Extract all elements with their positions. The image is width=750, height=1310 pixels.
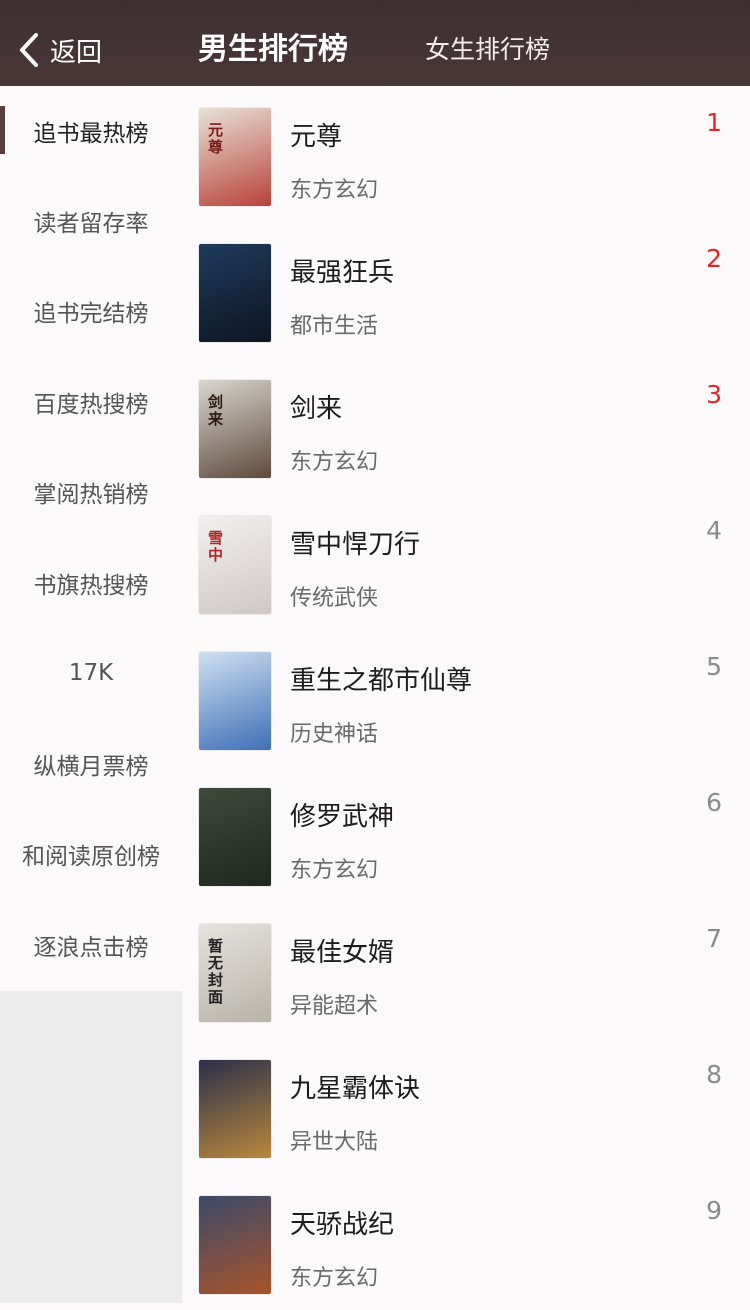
cover-lettering: 元尊 — [206, 122, 224, 156]
rank-number: 1 — [706, 108, 722, 137]
sidebar-list: 追书最热榜 读者留存率 追书完结榜 百度热搜榜 掌阅热销榜 书旗热搜榜 17K … — [0, 86, 182, 991]
book-genre: 传统武侠 — [290, 586, 379, 611]
book-title: 最强狂兵 — [290, 258, 395, 288]
book-row[interactable]: 天骄战纪东方玄幻 9 — [182, 1174, 750, 1310]
sidebar: 追书最热榜 读者留存率 追书完结榜 百度热搜榜 掌阅热销榜 书旗热搜榜 17K … — [0, 86, 182, 1303]
sidebar-item[interactable]: 追书最热榜 — [0, 86, 182, 176]
book-cover[interactable]: 元尊 — [199, 108, 271, 206]
book-title: 重生之都市仙尊 — [290, 666, 473, 696]
book-row[interactable]: 雪中 雪中悍刀行传统武侠 4 — [182, 494, 750, 630]
book-genre: 都市生活 — [290, 314, 379, 339]
book-title: 元尊 — [290, 122, 343, 152]
sidebar-item[interactable]: 追书完结榜 — [0, 266, 182, 356]
book-genre: 东方玄幻 — [290, 858, 379, 883]
book-cover[interactable] — [199, 652, 271, 750]
sidebar-item[interactable]: 书旗热搜榜 — [0, 538, 182, 628]
book-genre: 异能超术 — [290, 994, 379, 1019]
book-title: 九星霸体诀 — [290, 1074, 421, 1104]
book-title: 修罗武神 — [290, 802, 395, 832]
book-title: 天骄战纪 — [290, 1210, 395, 1240]
book-row[interactable]: 元尊 元尊东方玄幻 1 — [182, 86, 750, 222]
rank-number: 9 — [706, 1196, 722, 1225]
book-genre: 东方玄幻 — [290, 178, 379, 203]
book-title: 雪中悍刀行 — [290, 530, 421, 560]
cover-lettering: 雪中 — [206, 530, 224, 564]
rank-number: 6 — [706, 788, 722, 817]
rank-number: 5 — [706, 652, 722, 681]
book-row[interactable]: 剑来 剑来东方玄幻 3 — [182, 358, 750, 494]
top-bar: 返回 男生排行榜 女生排行榜 — [0, 0, 750, 86]
book-cover[interactable]: 剑来 — [199, 380, 271, 478]
book-genre: 东方玄幻 — [290, 1266, 379, 1291]
book-row[interactable]: 修罗武神东方玄幻 6 — [182, 766, 750, 902]
sidebar-item[interactable]: 掌阅热销榜 — [0, 447, 182, 537]
rank-number: 4 — [706, 516, 722, 545]
tab-male-ranking[interactable]: 男生排行榜 — [198, 24, 348, 68]
book-cover[interactable]: 暂无封面 — [199, 924, 271, 1022]
chevron-left-icon — [20, 33, 38, 67]
book-cover[interactable] — [199, 1196, 271, 1294]
book-genre: 异世大陆 — [290, 1130, 379, 1155]
sidebar-item[interactable]: 17K — [0, 628, 182, 718]
sidebar-item[interactable]: 逐浪点击榜 — [0, 900, 182, 990]
book-cover[interactable] — [199, 788, 271, 886]
back-label: 返回 — [50, 37, 103, 68]
book-row[interactable]: 最强狂兵都市生活 2 — [182, 222, 750, 358]
rank-number: 7 — [706, 924, 722, 953]
back-button[interactable]: 返回 — [16, 26, 102, 74]
sidebar-item[interactable]: 读者留存率 — [0, 176, 182, 266]
cover-lettering: 剑来 — [206, 394, 224, 428]
book-title: 剑来 — [290, 394, 343, 424]
cover-lettering: 暂无封面 — [206, 938, 224, 1006]
rank-number: 3 — [706, 380, 722, 409]
book-row[interactable]: 九星霸体诀异世大陆 8 — [182, 1038, 750, 1174]
sidebar-item[interactable]: 纵横月票榜 — [0, 719, 182, 809]
rank-number: 8 — [706, 1060, 722, 1089]
rank-number: 2 — [706, 244, 722, 273]
sidebar-item[interactable]: 和阅读原创榜 — [0, 809, 182, 899]
book-row[interactable]: 重生之都市仙尊历史神话 5 — [182, 630, 750, 766]
book-title: 最佳女婿 — [290, 938, 395, 968]
book-cover[interactable] — [199, 1060, 271, 1158]
book-cover[interactable] — [199, 244, 271, 342]
sidebar-item[interactable]: 百度热搜榜 — [0, 357, 182, 447]
book-row[interactable]: 暂无封面 最佳女婿异能超术 7 — [182, 902, 750, 1038]
book-genre: 历史神话 — [290, 722, 379, 747]
book-cover[interactable]: 雪中 — [199, 516, 271, 614]
book-genre: 东方玄幻 — [290, 450, 379, 475]
tab-female-ranking[interactable]: 女生排行榜 — [425, 30, 550, 66]
book-list: 元尊 元尊 东方玄幻 1 最强狂兵 都市生活 2 剑来 剑来 东方玄幻 3 雪中 雪中悍刀行 传统武侠 4 重… — [182, 86, 750, 1303]
